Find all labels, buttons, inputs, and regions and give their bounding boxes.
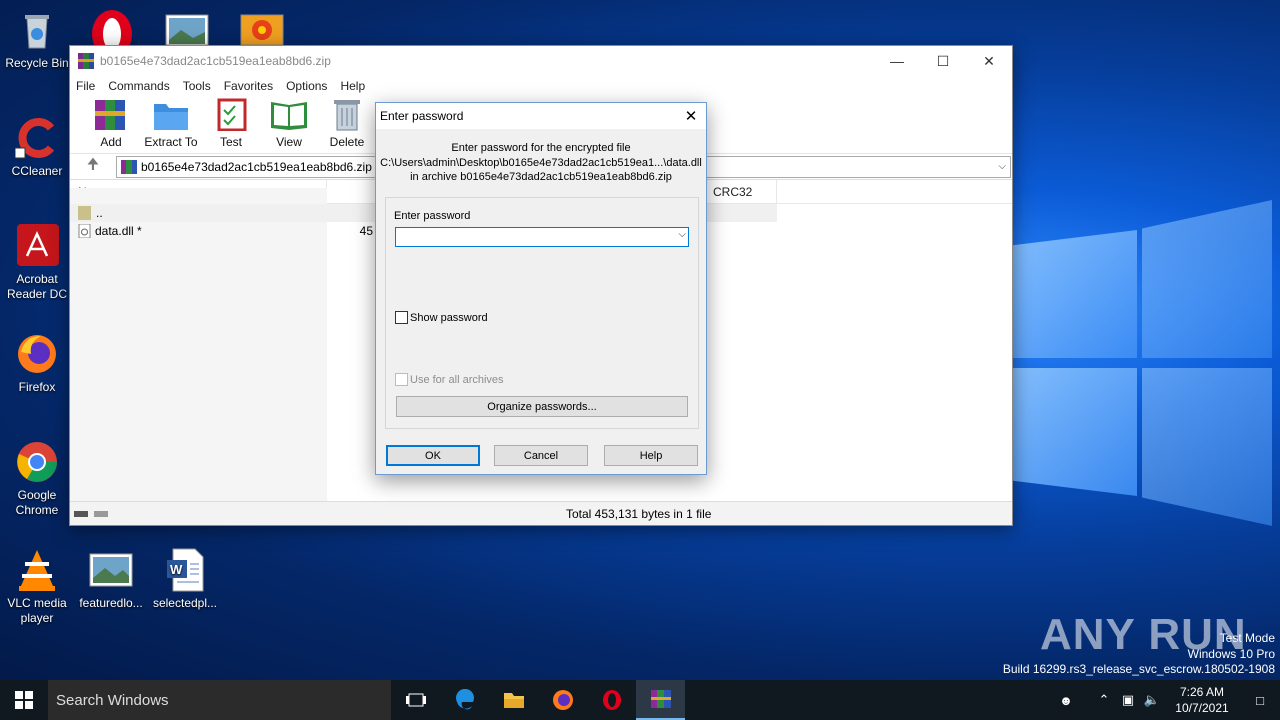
windows-icon (15, 691, 33, 709)
password-input[interactable]: ⌵ (395, 227, 689, 247)
book-icon (271, 102, 307, 130)
clipboard-check-icon (217, 98, 247, 131)
taskbar-opera[interactable] (587, 680, 636, 720)
desktop-icon-recycle-bin[interactable]: Recycle Bin (0, 8, 74, 71)
chrome-icon (15, 440, 59, 484)
menu-favorites[interactable]: Favorites (224, 79, 273, 93)
recycle-bin-icon (15, 8, 59, 52)
menu-tools[interactable]: Tools (183, 79, 211, 93)
desktop-icon-featured-image[interactable]: featuredlo... (74, 548, 148, 611)
dialog-info: Enter password for the encrypted file C:… (380, 142, 702, 183)
network-icon[interactable]: ▣ (1116, 692, 1140, 708)
menu-file[interactable]: File (76, 79, 95, 93)
people-icon[interactable]: ☻ (1054, 693, 1078, 708)
acrobat-icon (15, 224, 59, 268)
view-button[interactable]: View (260, 96, 318, 153)
opera-icon (602, 690, 621, 710)
winrar-logo-icon (78, 53, 94, 69)
folder-icon (154, 104, 188, 130)
trash-icon (334, 100, 360, 131)
drive-status-icon (74, 510, 108, 517)
notifications-icon[interactable]: □ (1240, 693, 1280, 708)
status-bar: Total 453,131 bytes in 1 file (70, 501, 1012, 525)
taskbar-search[interactable]: Search Windows (48, 680, 391, 720)
test-mode-text: Test Mode Windows 10 Pro Build 16299.rs3… (1002, 631, 1275, 676)
dialog-titlebar[interactable]: Enter password ✕ (376, 103, 706, 129)
file-explorer-icon (503, 693, 524, 708)
task-view-icon (405, 693, 426, 707)
image-file-icon (89, 548, 133, 592)
windows-logo-wallpaper (1012, 200, 1272, 540)
taskbar-file-explorer[interactable] (489, 680, 538, 720)
maximize-button[interactable]: ☐ (920, 46, 966, 76)
start-button[interactable] (0, 680, 48, 720)
password-label: Enter password (394, 210, 471, 222)
use-for-all-archives-checkbox[interactable]: Use for all archives (395, 373, 504, 386)
extract-to-button[interactable]: Extract To (140, 96, 202, 153)
desktop-icon-ccleaner[interactable]: CCleaner (0, 116, 74, 179)
delete-button[interactable]: Delete (318, 96, 376, 153)
desktop-icon-chrome[interactable]: Google Chrome (0, 440, 74, 518)
cancel-button[interactable]: Cancel (494, 445, 588, 466)
volume-icon[interactable]: 🔈 (1140, 692, 1164, 708)
add-archive-icon (95, 100, 125, 130)
minimize-button[interactable]: — (874, 46, 920, 76)
up-arrow-icon[interactable]: 🠉 (70, 154, 116, 179)
menu-options[interactable]: Options (286, 79, 327, 93)
ccleaner-icon (14, 116, 59, 160)
ok-button[interactable]: OK (386, 445, 480, 466)
desktop-icon-acrobat[interactable]: Acrobat Reader DC (0, 224, 74, 302)
winrar-titlebar[interactable]: b0165e4e73dad2ac1cb519ea1eab8bd6.zip — ☐… (70, 46, 1012, 76)
add-button[interactable]: Add (82, 96, 140, 153)
winrar-menubar: File Commands Tools Favorites Options He… (70, 76, 1012, 96)
chevron-down-icon[interactable]: ⌵ (678, 229, 686, 240)
desktop-icon-firefox[interactable]: Firefox (0, 332, 74, 395)
chevron-up-icon[interactable]: ⌃ (1092, 692, 1116, 708)
help-button[interactable]: Help (604, 445, 698, 466)
test-button[interactable]: Test (202, 96, 260, 153)
dialog-title: Enter password (380, 109, 464, 123)
taskbar-winrar[interactable] (636, 680, 685, 720)
clock[interactable]: 7:26 AM 10/7/2021 (1164, 684, 1240, 716)
image-desktop-icon[interactable] (165, 14, 209, 46)
password-group: Enter password ⌵ Show password Use for a… (385, 197, 699, 429)
system-tray: ☻ ⌃ ▣ 🔈 7:26 AM 10/7/2021 □ (1054, 680, 1280, 720)
chevron-down-icon[interactable]: ⌵ (998, 161, 1006, 172)
organize-passwords-button[interactable]: Organize passwords... (396, 396, 688, 417)
status-text: Total 453,131 bytes in 1 file (566, 506, 712, 521)
column-crc32[interactable]: CRC32 (705, 180, 777, 203)
vlc-icon (15, 548, 59, 592)
desktop-icon-vlc[interactable]: VLC media player (0, 548, 74, 626)
dialog-close-icon[interactable]: ✕ (676, 107, 706, 125)
firefox-icon (15, 332, 59, 376)
task-view-button[interactable] (391, 680, 440, 720)
flower-image-desktop-icon[interactable] (240, 14, 284, 46)
dll-file-icon (78, 224, 91, 238)
password-dialog: Enter password ✕ Enter password for the … (375, 102, 707, 475)
close-button[interactable]: ✕ (966, 46, 1012, 76)
word-doc-icon: W (163, 548, 207, 592)
folder-up-icon (78, 206, 91, 220)
menu-commands[interactable]: Commands (108, 79, 169, 93)
show-password-checkbox[interactable]: Show password (395, 311, 488, 324)
taskbar-firefox[interactable] (538, 680, 587, 720)
winrar-title: b0165e4e73dad2ac1cb519ea1eab8bd6.zip (100, 54, 331, 68)
winrar-icon (650, 690, 671, 708)
edge-icon (455, 689, 474, 710)
opera-desktop-icon[interactable] (90, 8, 134, 58)
taskbar: Search Windows ☻ ⌃ ▣ 🔈 7:26 AM 10/7/2021… (0, 680, 1280, 720)
taskbar-edge[interactable] (440, 680, 489, 720)
svg-text:W: W (170, 562, 183, 577)
menu-help[interactable]: Help (340, 79, 365, 93)
desktop-icon-word-doc[interactable]: W selectedpl... (148, 548, 222, 611)
firefox-icon (552, 690, 573, 710)
archive-icon (121, 159, 137, 174)
